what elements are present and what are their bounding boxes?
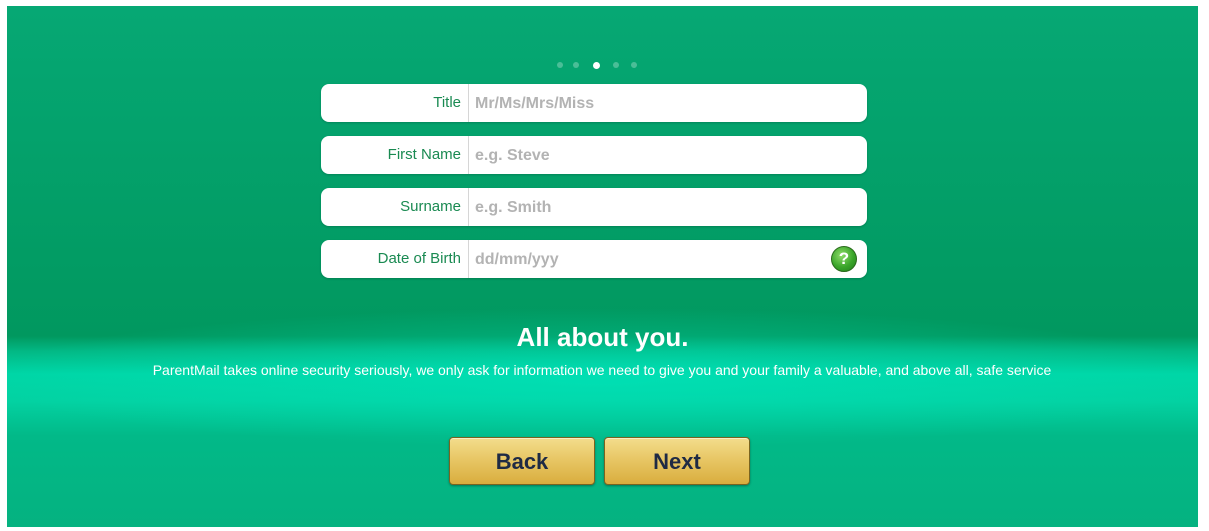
question-icon[interactable]: ? [831,246,857,272]
step-dot-5 [631,62,637,68]
back-button[interactable]: Back [449,437,595,485]
first-name-field: First Name [321,136,867,174]
signup-panel: Title First Name Surname Date of Birth ?… [7,6,1198,527]
title-label: Title [321,84,469,122]
title-field: Title [321,84,867,122]
title-input[interactable] [473,91,837,117]
next-button[interactable]: Next [604,437,750,485]
step-dot-4 [613,62,619,68]
first-name-input[interactable] [473,143,837,169]
date-of-birth-field: Date of Birth ? [321,240,867,278]
step-dot-2 [573,62,579,68]
page-description: ParentMail takes online security serious… [152,362,1052,378]
step-dot-3-active [593,61,600,69]
surname-input[interactable] [473,195,837,221]
page-headline: All about you. [516,322,689,352]
step-dot-1 [557,62,563,68]
surname-field: Surname [321,188,867,226]
first-name-label: First Name [321,136,469,174]
surname-label: Surname [321,188,469,226]
date-of-birth-input[interactable] [473,247,837,273]
date-of-birth-label: Date of Birth [321,240,469,278]
